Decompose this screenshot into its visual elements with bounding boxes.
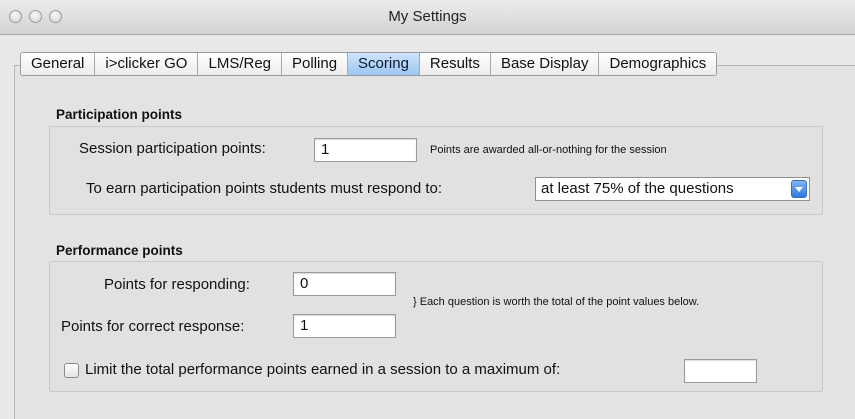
title-bar: My Settings xyxy=(0,0,855,35)
session-points-label: Session participation points: xyxy=(79,140,266,157)
session-points-note: Points are awarded all-or-nothing for th… xyxy=(430,144,667,156)
responding-points-input[interactable]: 0 xyxy=(293,272,396,296)
window-title: My Settings xyxy=(388,8,467,25)
chevron-down-icon[interactable] xyxy=(791,180,807,198)
participation-heading: Participation points xyxy=(56,107,183,122)
tab-general[interactable]: General xyxy=(21,53,96,75)
correct-response-points-input[interactable]: 1 xyxy=(293,314,396,338)
respond-requirement-value: at least 75% of the questions xyxy=(541,180,734,197)
limit-points-checkbox[interactable] xyxy=(64,363,79,378)
respond-requirement-label: To earn participation points students mu… xyxy=(86,180,443,197)
performance-note: } Each question is worth the total of th… xyxy=(413,296,700,308)
respond-requirement-select[interactable]: at least 75% of the questions xyxy=(535,177,810,201)
tab-lms-reg[interactable]: LMS/Reg xyxy=(198,53,283,75)
participation-group: Session participation points: 1 Points a… xyxy=(49,126,823,215)
limit-points-label: Limit the total performance points earne… xyxy=(85,361,561,378)
correct-response-points-label: Points for correct response: xyxy=(61,318,245,335)
tab-results[interactable]: Results xyxy=(419,53,491,75)
performance-group: Points for responding: 0 } Each question… xyxy=(49,261,823,392)
settings-window: My Settings Participation points Session… xyxy=(0,0,855,419)
settings-tabs: General i>clicker GO LMS/Reg Polling Sco… xyxy=(20,52,718,76)
tab-base-display[interactable]: Base Display xyxy=(490,53,600,75)
responding-points-label: Points for responding: xyxy=(104,276,250,293)
session-points-input[interactable]: 1 xyxy=(314,138,417,162)
tab-polling[interactable]: Polling xyxy=(282,53,349,75)
performance-heading: Performance points xyxy=(56,243,183,258)
tab-iclicker-go[interactable]: i>clicker GO xyxy=(95,53,199,75)
tab-demographics[interactable]: Demographics xyxy=(599,53,717,75)
limit-points-input[interactable] xyxy=(684,359,757,383)
tab-scoring[interactable]: Scoring xyxy=(348,53,420,75)
scoring-pane: Participation points Session participati… xyxy=(14,65,855,419)
